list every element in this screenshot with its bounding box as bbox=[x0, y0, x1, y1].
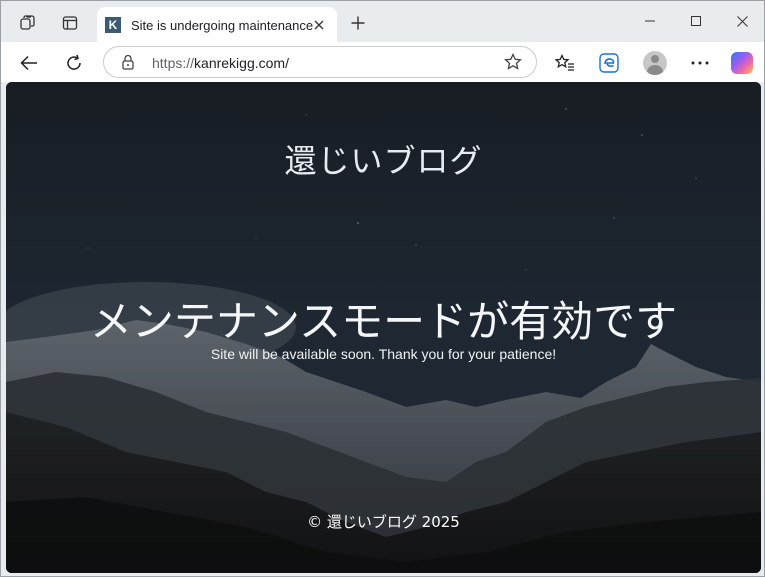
tab-actions-icon[interactable] bbox=[57, 10, 83, 36]
copilot-icon[interactable] bbox=[727, 48, 757, 78]
site-favicon: K bbox=[105, 17, 121, 33]
maintenance-headline: メンテナンスモードが有効です bbox=[89, 297, 678, 346]
avatar bbox=[643, 51, 667, 75]
address-bar[interactable]: https://kanrekigg.com/ bbox=[103, 46, 537, 78]
minimize-icon[interactable] bbox=[627, 6, 673, 36]
close-icon[interactable] bbox=[309, 15, 329, 35]
workspaces-icon[interactable] bbox=[15, 10, 41, 36]
plus-icon[interactable] bbox=[345, 10, 371, 36]
active-tab[interactable]: K Site is undergoing maintenance bbox=[97, 7, 337, 43]
maintenance-message: Site will be available soon. Thank you f… bbox=[210, 346, 557, 362]
url-host: kanrekigg.com/ bbox=[194, 55, 289, 71]
url-scheme: https:// bbox=[152, 55, 195, 71]
page-content: 還じいブログ メンテナンスモードが有効です Site will be avail… bbox=[6, 82, 761, 573]
browser-toolbar: https://kanrekigg.com/ bbox=[1, 42, 764, 82]
refresh-icon[interactable] bbox=[59, 48, 89, 78]
star-icon[interactable] bbox=[504, 52, 522, 75]
url-text[interactable]: https://kanrekigg.com/ bbox=[152, 55, 289, 71]
profile-button[interactable] bbox=[640, 48, 670, 78]
site-title: 還じいブログ bbox=[284, 142, 483, 180]
more-icon[interactable] bbox=[685, 48, 715, 78]
footer-copyright: © 還じいブログ 2025 bbox=[307, 513, 460, 531]
close-window-icon[interactable] bbox=[719, 6, 765, 36]
browser-window: K Site is undergoing maintenance https:/… bbox=[0, 0, 765, 577]
lock-icon[interactable] bbox=[121, 54, 135, 74]
edge-icon[interactable] bbox=[594, 48, 624, 78]
tab-title: Site is undergoing maintenance bbox=[131, 17, 314, 33]
favorites-icon[interactable] bbox=[550, 48, 580, 78]
tab-strip: K Site is undergoing maintenance bbox=[1, 1, 765, 43]
back-arrow-icon[interactable] bbox=[14, 48, 44, 78]
maximize-icon[interactable] bbox=[673, 6, 719, 36]
copilot-logo bbox=[731, 52, 753, 74]
